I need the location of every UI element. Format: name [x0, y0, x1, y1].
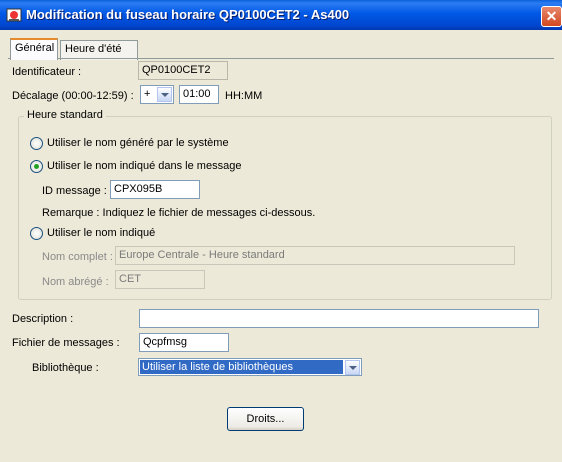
tab-heure-ete[interactable]: Heure d'été: [60, 40, 138, 60]
description-label: Description :: [12, 313, 74, 325]
bibliotheque-select[interactable]: Utiliser la liste de bibliothèques: [138, 358, 362, 376]
id-message-input[interactable]: CPX095B: [110, 180, 200, 199]
title-bar: Modification du fuseau horaire QP0100CET…: [0, 0, 562, 30]
fichier-messages-label: Fichier de messages :: [12, 337, 120, 349]
identificateur-label: Identificateur :: [12, 66, 82, 78]
nom-abrege-label: Nom abrégé :: [42, 276, 109, 288]
app-icon: [6, 8, 22, 22]
radio-nom-systeme-label: Utiliser le nom généré par le système: [47, 137, 229, 149]
decalage-label: Décalage (00:00-12:59) :: [12, 90, 134, 102]
decalage-input[interactable]: 01:00: [179, 85, 219, 104]
nom-abrege-input[interactable]: CET: [115, 270, 205, 289]
bibliotheque-label: Bibliothèque :: [32, 362, 99, 374]
nom-complet-label: Nom complet :: [42, 251, 113, 263]
decalage-sign-select[interactable]: +: [140, 85, 174, 104]
id-message-label: ID message :: [42, 185, 107, 197]
close-button[interactable]: ✕: [541, 6, 562, 27]
identificateur-value: QP0100CET2: [138, 61, 228, 80]
window-title: Modification du fuseau horaire QP0100CET…: [26, 7, 350, 22]
bibliotheque-selected-value: Utiliser la liste de bibliothèques: [140, 360, 343, 374]
radio-nom-systeme[interactable]: [30, 137, 43, 150]
remarque-text: Remarque : Indiquez le fichier de messag…: [42, 207, 316, 219]
heure-standard-title: Heure standard: [24, 109, 106, 121]
chevron-down-icon[interactable]: [157, 87, 172, 102]
droits-button[interactable]: Droits...: [227, 407, 304, 431]
decalage-unit: HH:MM: [225, 90, 263, 102]
nom-complet-input[interactable]: Europe Centrale - Heure standard: [115, 246, 515, 265]
decalage-sign-value: +: [144, 88, 151, 100]
radio-nom-message-label: Utiliser le nom indiqué dans le message: [47, 160, 242, 172]
fichier-messages-input[interactable]: Qcpfmsg: [139, 333, 229, 352]
radio-nom-message[interactable]: [30, 160, 43, 173]
radio-nom-indique[interactable]: [30, 227, 43, 240]
description-input[interactable]: [139, 309, 539, 328]
tab-general[interactable]: Général: [10, 38, 58, 60]
chevron-down-icon[interactable]: [345, 360, 360, 375]
radio-nom-indique-label: Utiliser le nom indiqué: [47, 227, 156, 239]
